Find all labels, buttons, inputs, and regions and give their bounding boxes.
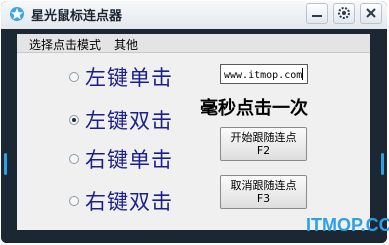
frame-right [371,29,387,243]
start-follow-click-button[interactable]: 开始跟随连点 F2 [220,127,307,161]
mode-right-single[interactable]: 右键单击 [69,145,173,173]
main-panel: 左键单击 左键双击 右键单击 右键双击 www.itmop.com 毫秒点击一次… [17,53,370,230]
interval-label: 毫秒点击一次 [200,98,308,119]
interval-input-value: www.itmop.com [224,70,303,81]
radio-label: 左键双击 [85,109,173,133]
text-caret [302,68,304,80]
frame-accent-right [381,153,384,175]
radio-label: 左键单击 [85,66,173,90]
title-bar[interactable]: 星光鼠标连点器 [1,1,387,29]
interval-input[interactable]: www.itmop.com [220,64,308,84]
frame-left [1,29,16,243]
start-button-hotkey: F2 [256,144,271,157]
site-watermark: ITMOP.COM [306,215,389,235]
cancel-follow-click-button[interactable]: 取消跟随连点 F3 [220,175,307,209]
radio-right-single[interactable] [69,154,79,164]
menu-item-other[interactable]: 其他 [114,36,138,53]
close-button[interactable] [360,3,382,24]
menu-bar: 选择点击模式 其他 [17,34,370,53]
menu-item-click-mode[interactable]: 选择点击模式 [29,36,101,53]
radio-right-double[interactable] [69,196,79,206]
window-title: 星光鼠标连点器 [31,9,123,24]
mode-right-double[interactable]: 右键双击 [69,187,173,215]
cancel-button-hotkey: F3 [256,192,271,205]
minimize-button[interactable] [306,3,328,24]
cancel-button-label: 取消跟随连点 [230,179,297,192]
radio-label: 右键双击 [85,190,173,214]
settings-button[interactable] [333,3,355,24]
radio-left-single[interactable] [69,72,79,82]
radio-label: 右键单击 [85,148,173,172]
frame-accent-left [4,153,7,175]
mode-left-single[interactable]: 左键单击 [69,63,173,91]
app-window: 星光鼠标连点器 选择点击模式 其他 左键单击 左键双击 右键单击 右键双击 ww… [1,1,387,243]
radio-left-double[interactable] [69,115,79,125]
start-button-label: 开始跟随连点 [230,131,297,144]
mode-left-double[interactable]: 左键双击 [69,106,173,134]
app-logo-icon [9,6,25,22]
